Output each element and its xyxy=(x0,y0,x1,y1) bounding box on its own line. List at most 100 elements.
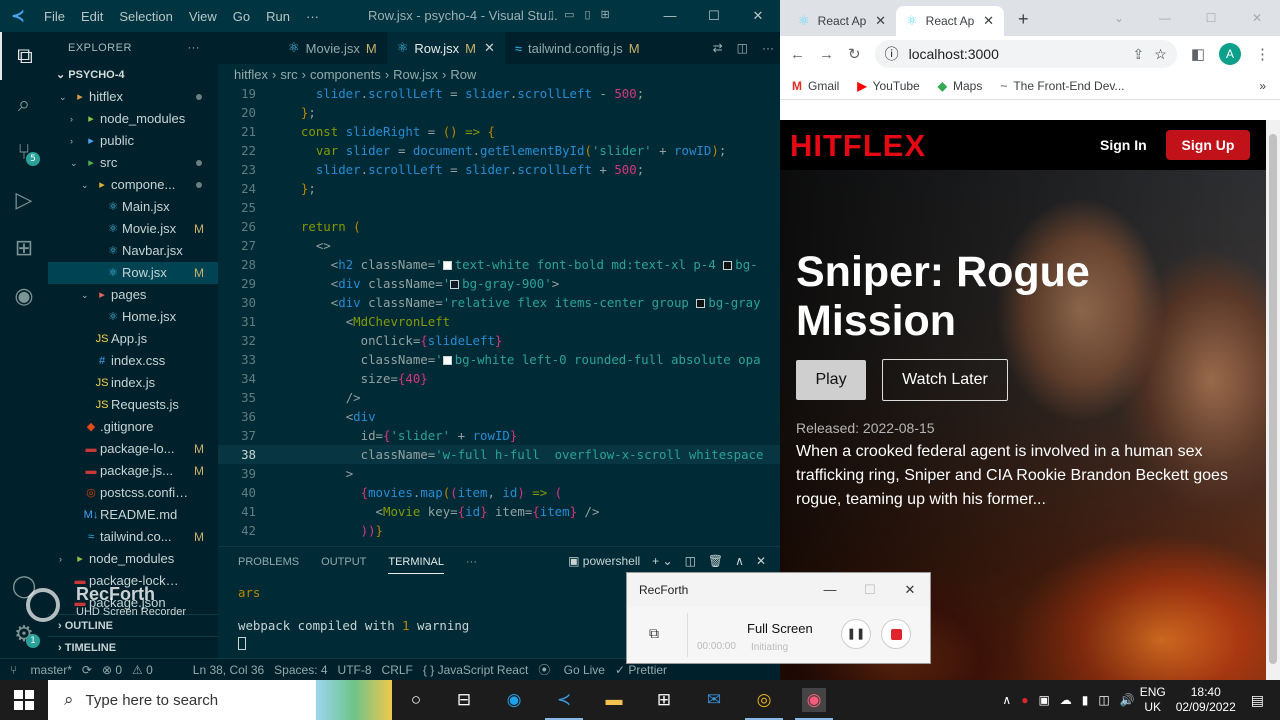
menu-item[interactable]: File xyxy=(44,9,65,24)
close-tab-icon[interactable]: ✕ xyxy=(983,13,994,29)
menu-item[interactable]: Go xyxy=(233,9,250,24)
chrome-maximize-button[interactable]: ☐ xyxy=(1188,0,1234,36)
tree-item[interactable]: # index.css xyxy=(48,350,218,372)
site-info-icon[interactable]: ⓘ xyxy=(885,44,899,64)
toggle-sidebar-icon[interactable]: ▯ xyxy=(548,8,554,21)
toggle-secondary-sidebar-icon[interactable]: ▯ xyxy=(584,8,590,21)
code-editor[interactable]: 19 slider.scrollLeft = slider.scrollLeft… xyxy=(218,84,780,542)
play-button[interactable]: Play xyxy=(796,360,866,400)
site-logo[interactable]: HITFLEX xyxy=(790,128,926,164)
menu-item[interactable]: ··· xyxy=(306,9,319,24)
tab-terminal[interactable]: TERMINAL xyxy=(388,556,444,574)
reload-icon[interactable]: ↻ xyxy=(848,45,861,63)
close-button[interactable]: ✕ xyxy=(736,0,780,32)
sign-up-button[interactable]: Sign Up xyxy=(1166,130,1250,160)
tree-item[interactable]: ◆ .gitignore xyxy=(48,416,218,438)
bookmark-frontend-dev[interactable]: ~ The Front-End Dev... xyxy=(1000,79,1124,93)
tree-item[interactable]: ⌄ ▸ compone... xyxy=(48,174,218,196)
terminal-shell[interactable]: ▣ powershell xyxy=(568,554,640,568)
forward-icon[interactable]: → xyxy=(819,46,834,63)
address-bar[interactable]: ⓘ localhost:3000 ⇪ ☆ xyxy=(874,40,1177,68)
vscode-taskbar-icon[interactable]: ≺ xyxy=(552,688,576,712)
tree-item[interactable]: ⚛ Row.jsx M xyxy=(48,262,218,284)
clock[interactable]: 18:40 02/09/2022 xyxy=(1176,685,1236,715)
tray-overflow-icon[interactable]: ∧ xyxy=(1002,693,1011,707)
customize-layout-icon[interactable]: ⊞ xyxy=(601,8,610,21)
recforth-close-button[interactable]: ✕ xyxy=(890,573,930,607)
browser-tab[interactable]: ⚛ React Ap ✕ xyxy=(788,6,896,36)
tree-item[interactable]: › ▸ node_modules xyxy=(48,548,218,570)
sync-icon[interactable]: ⟳ xyxy=(82,663,92,677)
toggle-panel-icon[interactable]: ▭ xyxy=(564,8,574,21)
breadcrumb-item[interactable]: hitflex xyxy=(234,67,268,82)
tree-item[interactable]: ⚛ Navbar.jsx xyxy=(48,240,218,262)
tree-item[interactable]: › ▸ public xyxy=(48,130,218,152)
encoding[interactable]: UTF-8 xyxy=(338,663,372,677)
breadcrumb-item[interactable]: src xyxy=(280,67,297,82)
chrome-minimize-button[interactable]: — xyxy=(1142,0,1188,36)
tree-item[interactable]: JS Requests.js xyxy=(48,394,218,416)
kill-terminal-icon[interactable]: 🗑 xyxy=(708,554,723,568)
notifications-icon[interactable]: ▤ xyxy=(1251,692,1264,709)
tree-item[interactable]: ⚛ Home.jsx xyxy=(48,306,218,328)
run-debug-icon[interactable]: ▷ xyxy=(0,176,48,224)
tree-item[interactable]: ▬ package-lo... M xyxy=(48,438,218,460)
tab-problems[interactable]: PROBLEMS xyxy=(238,556,299,568)
onedrive-icon[interactable]: ☁ xyxy=(1060,693,1072,707)
github-icon[interactable]: ◉ xyxy=(0,272,48,320)
recforth-taskbar-icon[interactable]: ◉ xyxy=(802,688,826,712)
side-panel-icon[interactable]: ◧ xyxy=(1191,45,1205,63)
more-actions-icon[interactable]: ··· xyxy=(762,41,774,55)
tree-item[interactable]: JS App.js xyxy=(48,328,218,350)
indentation[interactable]: Spaces: 4 xyxy=(274,663,327,677)
branch-status[interactable]: ⑂ master* xyxy=(10,663,72,677)
tree-item[interactable]: ⚛ Main.jsx xyxy=(48,196,218,218)
tree-item[interactable]: ⌄ ▸ pages xyxy=(48,284,218,306)
tree-item[interactable]: ⌄ ▸ src xyxy=(48,152,218,174)
tray-app-icon[interactable]: ▣ xyxy=(1038,693,1049,707)
search-icon[interactable]: ⌕ xyxy=(0,80,48,128)
scrollbar-thumb[interactable] xyxy=(1269,134,1277,664)
close-tab-icon[interactable]: ✕ xyxy=(484,40,495,56)
cortana-icon[interactable]: ○ xyxy=(404,688,428,712)
tree-item[interactable]: ≈ tailwind.co... M xyxy=(48,526,218,548)
close-tab-icon[interactable]: ✕ xyxy=(875,13,886,29)
split-terminal-icon[interactable]: ◫ xyxy=(685,554,696,568)
bookmark-gmail[interactable]: M Gmail xyxy=(792,79,839,93)
close-panel-icon[interactable]: ✕ xyxy=(756,554,766,568)
sign-in-button[interactable]: Sign In xyxy=(1100,137,1147,153)
breadcrumb-item[interactable]: Row.jsx xyxy=(393,67,438,82)
capture-source-icon[interactable]: ⧉ xyxy=(649,625,659,642)
tree-item[interactable]: ⚛ Movie.jsx M xyxy=(48,218,218,240)
panel-more-icon[interactable]: ··· xyxy=(466,556,477,568)
bookmark-maps[interactable]: ◆ Maps xyxy=(938,79,983,93)
source-control-icon[interactable]: ⑂ 5 xyxy=(0,128,48,176)
tree-item[interactable]: ▬ package.js... M xyxy=(48,460,218,482)
new-terminal-icon[interactable]: + ⌄ xyxy=(652,554,672,568)
share-icon[interactable]: ⇪ xyxy=(1133,46,1145,63)
usb-icon[interactable]: ▮ xyxy=(1082,693,1089,707)
start-button[interactable] xyxy=(14,690,34,710)
tree-item[interactable]: JS index.js xyxy=(48,372,218,394)
back-icon[interactable]: ← xyxy=(790,46,805,63)
recforth-minimize-button[interactable]: — xyxy=(810,573,850,607)
timeline-section[interactable]: › TIMELINE xyxy=(48,636,218,658)
volume-icon[interactable]: 🔊 xyxy=(1120,693,1135,707)
tree-item[interactable]: › ▸ node_modules xyxy=(48,108,218,130)
editor-tab[interactable]: ⚛ Movie.jsx M xyxy=(218,32,387,64)
menu-item[interactable]: Edit xyxy=(81,9,103,24)
tree-item[interactable]: ◎ postcss.config.js xyxy=(48,482,218,504)
browser-tab-active[interactable]: ⚛ React Ap ✕ xyxy=(896,6,1004,36)
maximize-button[interactable]: ☐ xyxy=(692,0,736,32)
file-explorer-icon[interactable]: ▬ xyxy=(602,688,626,712)
maximize-panel-icon[interactable]: ∧ xyxy=(735,554,744,568)
explorer-more-icon[interactable]: ··· xyxy=(188,42,201,54)
chrome-tab-search-icon[interactable]: ⌄ xyxy=(1096,0,1142,36)
pause-button[interactable]: ❚❚ xyxy=(841,619,871,649)
cursor-position[interactable]: Ln 38, Col 36 xyxy=(193,663,264,677)
taskbar-search[interactable]: ⌕ Type here to search xyxy=(48,680,392,720)
watch-later-button[interactable]: Watch Later xyxy=(882,359,1008,401)
tree-item[interactable]: M↓ README.md xyxy=(48,504,218,526)
capture-mode[interactable]: Full Screen xyxy=(747,621,813,636)
split-editor-icon[interactable]: ◫ xyxy=(737,41,748,55)
